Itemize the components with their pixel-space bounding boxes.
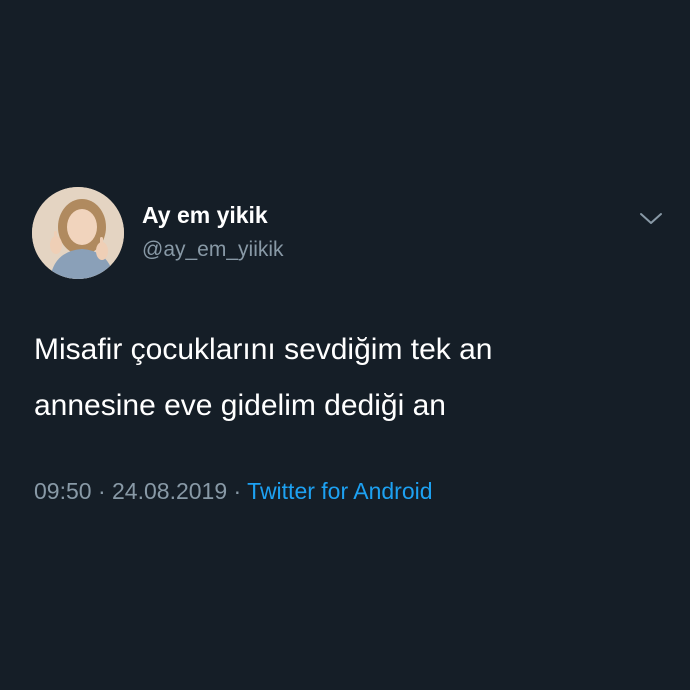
- tweet-time: 09:50: [34, 478, 92, 504]
- tweet-card: Ay em yikik @ay_em_yiikik Misafir çocukl…: [0, 0, 690, 690]
- avatar[interactable]: [32, 187, 124, 279]
- tweet-text: Misafir çocuklarını sevdiğim tek an anne…: [34, 322, 654, 434]
- meta-separator: ·: [227, 478, 248, 504]
- tweet-text-line: Misafir çocuklarını sevdiğim tek an: [34, 333, 493, 366]
- tweet-meta: 09:50 · 24.08.2019 · Twitter for Android: [34, 474, 433, 508]
- chevron-down-icon[interactable]: [636, 204, 666, 234]
- tweet-date: 24.08.2019: [112, 478, 228, 504]
- user-handle[interactable]: @ay_em_yiikik: [142, 236, 284, 264]
- meta-separator: ·: [91, 478, 113, 504]
- display-name[interactable]: Ay em yikik: [142, 200, 268, 230]
- tweet-source-link[interactable]: Twitter for Android: [247, 478, 432, 504]
- tweet-text-line: annesine eve gidelim dediği an: [34, 389, 446, 422]
- avatar-image: [32, 187, 124, 279]
